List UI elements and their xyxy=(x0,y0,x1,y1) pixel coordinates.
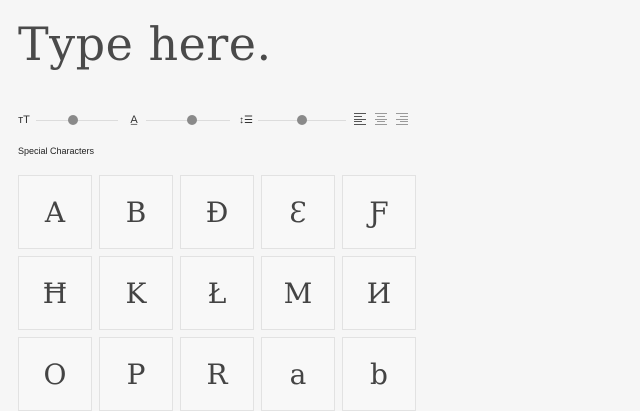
type-controls: ᴛT A̲ ↕☰ xyxy=(18,110,418,132)
align-center-button[interactable] xyxy=(375,113,387,125)
glyph-tile[interactable]: K xyxy=(99,256,173,330)
glyph-tile[interactable]: И xyxy=(342,256,416,330)
align-right-button[interactable] xyxy=(396,113,408,125)
type-preview-input[interactable]: Type here. xyxy=(18,14,272,74)
alignment-group xyxy=(354,113,408,125)
glyph-tile[interactable]: Ł xyxy=(180,256,254,330)
special-characters-grid: ABÐƐƑĦKŁMИOPRab xyxy=(18,175,416,411)
letter-spacing-slider-knob[interactable] xyxy=(187,115,198,125)
glyph-tile[interactable]: Ƒ xyxy=(342,175,416,249)
glyph-tile[interactable]: A xyxy=(18,175,92,249)
font-size-icon: ᴛT xyxy=(18,114,30,126)
font-size-slider-knob[interactable] xyxy=(67,115,78,125)
align-left-button[interactable] xyxy=(354,113,366,125)
glyph-tile[interactable]: Ð xyxy=(180,175,254,249)
letter-spacing-slider[interactable] xyxy=(146,115,230,125)
line-height-icon: ↕☰ xyxy=(239,114,253,126)
glyph-tile[interactable]: M xyxy=(261,256,335,330)
glyph-tile[interactable]: Ɛ xyxy=(261,175,335,249)
line-height-slider[interactable] xyxy=(258,115,346,125)
special-characters-heading: Special Characters xyxy=(18,146,95,156)
line-height-slider-knob[interactable] xyxy=(297,115,307,125)
letter-spacing-icon: A̲ xyxy=(130,114,138,126)
glyph-tile[interactable]: B xyxy=(99,175,173,249)
glyph-tile[interactable]: Ħ xyxy=(18,256,92,330)
font-size-slider[interactable] xyxy=(36,115,118,125)
